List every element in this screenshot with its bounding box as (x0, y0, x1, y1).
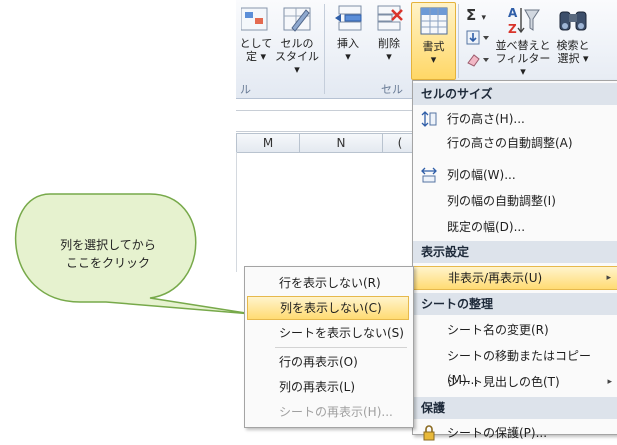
submenu-item-unhide-rows[interactable]: 行の再表示(O) (247, 350, 409, 374)
autosum-arrow: ▾ (481, 13, 487, 23)
cell-style-button[interactable]: セルの スタイル ▾ (272, 4, 322, 76)
menu-item-label: 列の幅(W)... (447, 168, 516, 182)
find-select-label-2: 選択 ▾ (557, 52, 589, 65)
group-separator (324, 4, 325, 94)
format-icon (420, 7, 447, 35)
submenu-item-hide-sheet[interactable]: シートを表示しない(S) (247, 321, 409, 345)
autosum-icon: Σ (466, 6, 477, 24)
menu-item-label: 既定の幅(D)... (447, 220, 526, 234)
menu-item-label: 非表示/再表示(U) (448, 271, 543, 285)
format-dropdown-arrow: ▾ (430, 53, 437, 66)
menu-item-label: 列の幅の自動調整(I) (447, 194, 556, 208)
svg-text:A: A (508, 6, 518, 20)
fill-down-icon (466, 30, 489, 45)
cells-group-label: セル (381, 83, 403, 96)
submenu-item-label: 列の再表示(L) (279, 380, 356, 394)
submenu-arrow-icon: ▸ (606, 273, 611, 283)
sort-filter-icon: A Z (508, 6, 540, 36)
submenu-item-hide-rows[interactable]: 行を表示しない(R) (247, 271, 409, 295)
column-width-icon (421, 167, 437, 183)
find-select-label-1: 検索と (556, 39, 590, 52)
styles-group-label: ル (240, 83, 251, 96)
autosum-button[interactable]: Σ ▾ (466, 6, 486, 24)
group-separator (458, 4, 459, 78)
menu-item-rename-sheet[interactable]: シート名の変更(R) (413, 318, 617, 342)
eraser-icon (467, 54, 489, 67)
menu-item-move-copy-sheet[interactable]: シートの移動またはコピー(M)... (413, 344, 617, 387)
lock-icon (423, 425, 435, 441)
sort-filter-label-1: 並べ替えと (495, 39, 551, 52)
menu-item-column-width[interactable]: 列の幅(W)... (413, 163, 617, 187)
sort-filter-label-2: フィルター ▾ (495, 52, 551, 78)
cond-format-label-2: 定 ▾ (245, 50, 267, 63)
cond-format-label-1: として (239, 37, 273, 50)
section-cell-size: セルのサイズ (413, 83, 617, 105)
submenu-item-label: シートを表示しない(S) (279, 326, 404, 340)
svg-text:Z: Z (508, 22, 517, 36)
row-height-icon (421, 111, 437, 127)
conditional-format-button[interactable]: として 定 ▾ (236, 4, 276, 63)
submenu-item-label: 行を表示しない(R) (279, 276, 381, 290)
delete-dropdown-arrow: ▾ (386, 50, 392, 63)
insert-label: 挿入 (337, 37, 359, 50)
menu-item-label: シート見出しの色(T) (447, 375, 560, 389)
find-select-button[interactable]: 検索と 選択 ▾ (553, 4, 593, 65)
delete-button[interactable]: 削除 ▾ (370, 4, 408, 63)
section-organize-sheets: シートの整理 (413, 293, 617, 315)
callout-line-1: 列を選択してから (60, 238, 156, 252)
menu-item-label: シートの保護(P)... (447, 426, 548, 440)
menu-item-hide-unhide[interactable]: 非表示/再表示(U) ▸ (413, 266, 617, 290)
menu-item-autofit-column-width[interactable]: 列の幅の自動調整(I) (413, 189, 617, 213)
menu-item-tab-color[interactable]: シート見出しの色(T) ▸ (413, 370, 617, 394)
delete-icon (377, 5, 403, 31)
menu-item-row-height[interactable]: 行の高さ(H)... (413, 107, 617, 131)
format-label: 書式 (422, 40, 445, 53)
conditional-format-icon (241, 7, 268, 31)
submenu-separator (275, 347, 407, 348)
submenu-item-label: 列を表示しない(C) (280, 301, 382, 315)
submenu-arrow-icon: ▸ (607, 377, 612, 387)
format-button[interactable]: 書式 ▾ (411, 2, 456, 80)
hide-unhide-submenu: 行を表示しない(R) 列を表示しない(C) シートを表示しない(S) 行の再表示… (244, 266, 414, 428)
menu-item-default-width[interactable]: 既定の幅(D)... (413, 215, 617, 239)
column-header-n[interactable]: N (299, 133, 383, 153)
submenu-item-label: 行の再表示(O) (279, 355, 358, 369)
cell-style-label-2: スタイル ▾ (275, 50, 319, 76)
cell-style-icon (283, 7, 311, 32)
format-dropdown-menu: セルのサイズ 行の高さ(H)... 行の高さの自動調整(A) 列の幅(W)...… (412, 80, 617, 441)
submenu-item-hide-columns[interactable]: 列を表示しない(C) (247, 296, 409, 320)
callout-line-2: ここをクリック (65, 256, 150, 270)
menu-item-label: 行の高さの自動調整(A) (447, 136, 573, 150)
formula-bar[interactable] (236, 110, 416, 132)
menu-item-label: シート名の変更(R) (447, 323, 549, 337)
section-visibility: 表示設定 (413, 241, 617, 263)
menu-item-label: 行の高さ(H)... (447, 112, 525, 126)
section-protection: 保護 (413, 397, 617, 419)
sort-filter-button[interactable]: A Z 並べ替えと フィルター ▾ (493, 4, 553, 78)
callout-text: 列を選択してから ここをクリック (28, 236, 188, 272)
fill-button[interactable] (466, 30, 490, 49)
insert-button[interactable]: 挿入 ▾ (329, 4, 367, 63)
insert-icon (335, 5, 362, 31)
menu-item-autofit-row-height[interactable]: 行の高さの自動調整(A) (413, 131, 617, 155)
binoculars-icon (559, 11, 587, 31)
submenu-item-unhide-sheet: シートの再表示(H)... (247, 400, 409, 424)
clear-button[interactable] (466, 52, 490, 71)
column-header-m[interactable]: M (236, 133, 300, 153)
cell-style-label-1: セルの (280, 37, 314, 50)
menu-item-protect-sheet[interactable]: シートの保護(P)... (413, 421, 617, 445)
insert-dropdown-arrow: ▾ (345, 50, 351, 63)
delete-label: 削除 (378, 37, 400, 50)
submenu-item-label: シートの再表示(H)... (279, 405, 393, 419)
submenu-item-unhide-columns[interactable]: 列の再表示(L) (247, 375, 409, 399)
